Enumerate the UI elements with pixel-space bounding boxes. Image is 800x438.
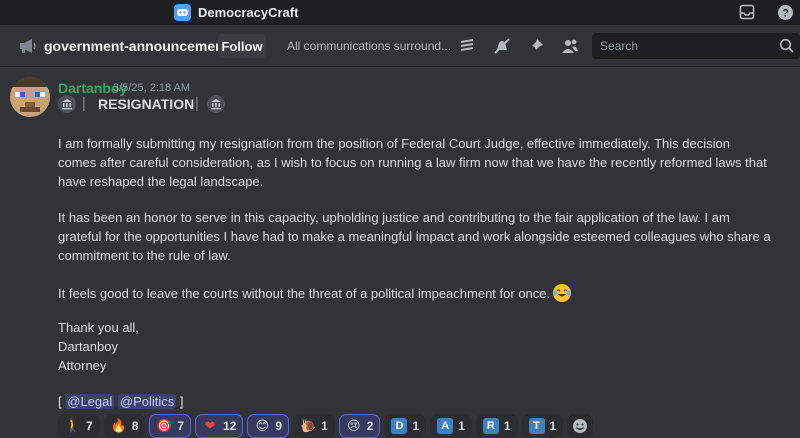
announcement-channel-icon bbox=[18, 37, 38, 55]
channel-topic[interactable]: All communications surround... bbox=[287, 39, 451, 53]
reaction-count: 7 bbox=[86, 419, 93, 433]
search-box[interactable]: Search bbox=[592, 33, 800, 59]
letter-t-emoji-icon: T bbox=[528, 418, 545, 434]
app-title: DemocracyCraft bbox=[198, 5, 299, 20]
reaction-count: 1 bbox=[412, 419, 420, 433]
letter-a-emoji-icon: A bbox=[437, 418, 454, 434]
crying-face-emoji-icon: 😢 bbox=[347, 418, 361, 433]
follow-button[interactable]: Follow bbox=[218, 34, 266, 58]
bracket-close: ] bbox=[179, 394, 184, 409]
title-bar: DemocracyCraft ? bbox=[0, 0, 800, 25]
role-mention-legal[interactable]: @Legal bbox=[65, 394, 115, 409]
svg-text:?: ? bbox=[782, 7, 789, 19]
bracket-open: [ bbox=[58, 394, 62, 409]
message-line: Attorney bbox=[58, 358, 107, 373]
reaction-crying-face[interactable]: 😢 2 bbox=[338, 414, 381, 438]
snail-emoji-icon: 🐌 bbox=[300, 418, 317, 433]
add-reaction-icon bbox=[573, 419, 588, 433]
message-line: Dartanboy bbox=[58, 339, 118, 354]
app-logo-icon bbox=[174, 4, 191, 21]
bank-emoji-icon bbox=[207, 95, 225, 113]
add-reaction-button[interactable] bbox=[567, 414, 594, 438]
avatar[interactable] bbox=[10, 77, 50, 117]
notification-settings-icon[interactable] bbox=[492, 36, 512, 56]
heading-divider-left: | bbox=[82, 95, 86, 112]
search-icon bbox=[779, 38, 795, 54]
message-line: Thank you all, bbox=[58, 320, 139, 335]
message-line: It feels good to leave the courts withou… bbox=[58, 286, 551, 301]
reaction-count: 1 bbox=[458, 419, 465, 433]
fire-emoji-icon: 🔥 bbox=[110, 418, 127, 433]
letter-r-emoji-icon: R bbox=[482, 418, 499, 434]
pinned-messages-icon[interactable] bbox=[526, 36, 546, 56]
heading-divider-right: | bbox=[195, 95, 199, 112]
threads-icon[interactable] bbox=[457, 36, 477, 56]
message-line-with-emoji: It feels good to leave the courts withou… bbox=[58, 284, 572, 302]
bank-emoji-icon bbox=[58, 95, 76, 113]
message-line: comes after careful consideration, as I … bbox=[58, 155, 767, 170]
tears-of-joy-emoji-icon bbox=[553, 284, 572, 302]
reactions-bar: 🚶 7 🔥 8 🎯 7 ❤ 12 😊 9 🐌 1 😢 2 D 1 A 1 R 1… bbox=[58, 414, 594, 438]
reaction-count: 12 bbox=[223, 419, 237, 433]
reaction-letter-a[interactable]: A 1 bbox=[430, 414, 472, 438]
reaction-count: 7 bbox=[177, 419, 185, 433]
face-emoji-icon: 😊 bbox=[255, 418, 270, 433]
reaction-letter-d[interactable]: D 1 bbox=[384, 414, 427, 438]
help-icon[interactable]: ? bbox=[776, 3, 794, 21]
channel-name: government-announcements bbox=[44, 38, 237, 54]
member-list-icon[interactable] bbox=[560, 36, 580, 56]
reaction-count: 1 bbox=[321, 419, 328, 433]
message-line: I am formally submitting my resignation … bbox=[58, 136, 730, 151]
reaction-count: 8 bbox=[131, 419, 139, 433]
message-line: It has been an honor to serve in this ca… bbox=[58, 210, 730, 225]
inbox-icon[interactable] bbox=[738, 3, 756, 21]
direct-hit-emoji-icon: 🎯 bbox=[156, 418, 173, 433]
message-line: have reshaped the legal landscape. bbox=[58, 174, 264, 189]
reaction-count: 1 bbox=[503, 419, 511, 433]
reaction-count: 9 bbox=[275, 419, 283, 433]
reaction-snail[interactable]: 🐌 1 bbox=[293, 414, 335, 438]
letter-d-emoji-icon: D bbox=[391, 418, 408, 434]
role-mentions: [ @Legal @Politics ] bbox=[58, 394, 184, 409]
reaction-letter-t[interactable]: T 1 bbox=[521, 414, 564, 438]
message-line: commitment to the rule of law. bbox=[58, 248, 231, 263]
reaction-count: 1 bbox=[549, 419, 557, 433]
message-timestamp: 3/5/25, 2:18 AM bbox=[113, 82, 191, 94]
heart-emoji-icon: ❤ bbox=[204, 418, 216, 433]
reaction-fire[interactable]: 🔥 8 bbox=[103, 414, 146, 438]
reaction-direct-hit[interactable]: 🎯 7 bbox=[149, 414, 192, 438]
reaction-face[interactable]: 😊 9 bbox=[247, 414, 290, 438]
reaction-heart[interactable]: ❤ 12 bbox=[195, 414, 244, 438]
channel-header: government-announcements Follow All comm… bbox=[0, 25, 800, 67]
reaction-letter-r[interactable]: R 1 bbox=[475, 414, 518, 438]
reaction-count: 2 bbox=[366, 419, 374, 433]
message-heading: RESIGNATION bbox=[98, 96, 195, 112]
search-placeholder: Search bbox=[600, 39, 639, 53]
message-line: grateful for the opportunities I have ha… bbox=[58, 229, 771, 244]
role-mention-politics[interactable]: @Politics bbox=[117, 394, 177, 409]
reaction-person-walking[interactable]: 🚶 7 bbox=[58, 414, 100, 438]
person-walking-emoji-icon: 🚶 bbox=[64, 418, 82, 433]
